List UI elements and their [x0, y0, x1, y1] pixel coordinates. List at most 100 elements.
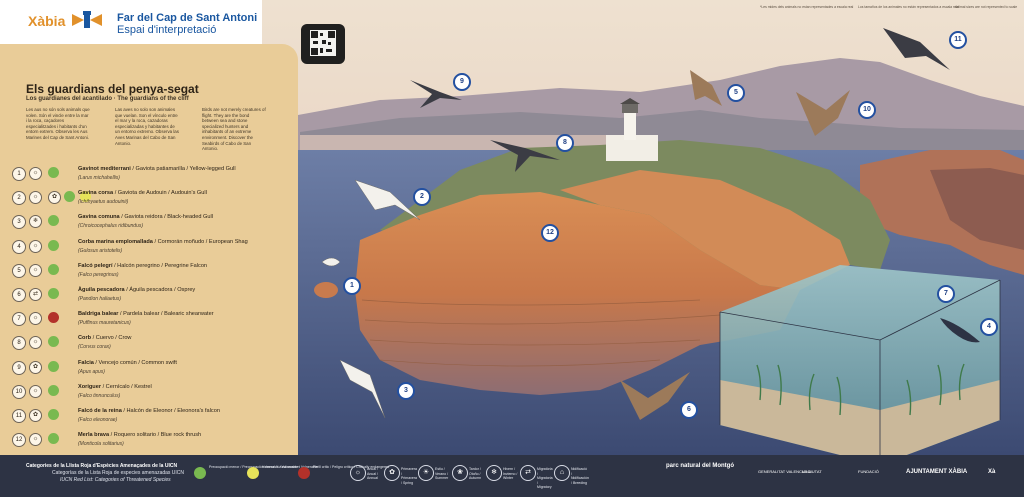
species-scientific-name: (Larus michahellis)	[78, 175, 120, 181]
season-icon: ☼	[29, 336, 42, 350]
species-scientific-name: (Falco eleonorae)	[78, 417, 118, 423]
season-legend-label: Hivern / Invierno / Winter	[503, 467, 518, 480]
status-lc-swatch	[194, 467, 206, 479]
iucn-status-dot	[48, 239, 59, 251]
season-legend-icon: ☀	[418, 465, 434, 481]
season-icon: ☼	[29, 312, 42, 326]
species-scientific-name: (Ichthyaetus audouinii)	[78, 199, 129, 206]
logo-parc-natural: parc natural del Montgó	[666, 463, 735, 469]
footer-title-es: Categorías de la Lista Roja de especies …	[52, 470, 185, 476]
species-marker[interactable]: 9	[453, 73, 471, 91]
intro-text-es: Las aves no solo son animales que vuelan…	[115, 107, 179, 146]
season-icon: ☼	[29, 167, 42, 180]
species-row: 12 ☼ Merla brava / Roquero solitario / Blu…	[8, 430, 293, 454]
species-marker[interactable]: 3	[397, 382, 415, 400]
species-number: 12	[12, 433, 26, 448]
species-row: 8 ☼ Corb / Cuervo / Crow (Corvus corax)	[8, 333, 293, 357]
season-legend-label: Anual / Anual / Annual	[367, 467, 378, 480]
season-icon: ☼	[29, 191, 42, 205]
species-marker[interactable]: 7	[937, 285, 955, 303]
iucn-status-dot	[48, 288, 59, 299]
species-name: Gavina corsa / Gaviota de Audouin / Audo…	[78, 190, 207, 197]
species-name: Falcia / Vencejo común / Common swift	[78, 359, 177, 366]
species-marker[interactable]: 4	[980, 318, 998, 336]
species-row: 6 ⇄ Àguila pescadora / Águila pescadora / …	[8, 285, 293, 309]
season-legend-icon: ✿	[384, 465, 400, 481]
species-name: Àguila pescadora / Águila pescadora / Os…	[78, 287, 196, 293]
title-line-1: Far del Cap de Sant Antoni	[117, 12, 258, 24]
iucn-status-dot	[48, 409, 59, 420]
species-row: 5 ☼ Falcó pelegrí / Halcón peregrino / Per…	[8, 261, 293, 285]
status-cr-swatch	[298, 467, 310, 479]
season-legend-icon: ❄	[486, 465, 502, 481]
logo-la-ciutat: LA CIUTAT	[802, 469, 822, 474]
species-marker[interactable]: 2	[413, 188, 431, 206]
species-name: Falcó de la reina / Halcón de Eleonor / …	[78, 408, 220, 414]
species-name: Corba marina emplomallada / Cormorán moñ…	[78, 238, 248, 245]
species-scientific-name: (Apus apus)	[78, 368, 105, 375]
iucn-status-dot	[48, 360, 59, 372]
species-marker[interactable]: 12	[541, 224, 559, 242]
species-row: 11 ✿ Falcó de la reina / Halcón de Eleonor…	[8, 406, 293, 430]
season-legend-icon: ☼	[350, 465, 366, 481]
species-row: 3 ❄ Gavina comuna / Gaviota reidora / Blac…	[8, 212, 293, 236]
species-scientific-name: (Gulosus aristotelis)	[78, 247, 123, 254]
season-legend-icon: ❀	[452, 465, 468, 481]
season-icon: ✿	[29, 360, 42, 374]
iucn-status-dot	[48, 167, 59, 178]
qr-code[interactable]	[301, 24, 345, 64]
species-marker[interactable]: 10	[858, 101, 876, 119]
species-scientific-name: (Chroicocephalus ridibundus)	[78, 223, 144, 230]
species-scientific-name: (Falco peregrinus)	[78, 271, 119, 278]
species-number: 6	[12, 288, 26, 302]
scale-note-es: Los tamaños de los animales no están rep…	[858, 5, 959, 9]
species-scientific-name: (Corvus corax)	[78, 344, 111, 351]
species-row: 9 ✿ Falcia / Vencejo común / Common swift (…	[8, 358, 293, 382]
species-row: 2 ☼ ✿ Gavina corsa / Gaviota de Audouin / A…	[8, 188, 293, 212]
season-icon: ❄	[29, 215, 42, 229]
iucn-status-dot	[64, 191, 75, 203]
season-legend-label: Migratòria / Migratoria / Migratory	[537, 467, 553, 489]
logo-xa: Xà	[988, 469, 996, 475]
species-marker[interactable]: 1	[343, 277, 361, 295]
header: Xàbia Far del Cap de Sant Antoni Espai d…	[0, 0, 262, 44]
title-line-2: Espai d'interpretació	[117, 24, 217, 36]
species-panel: Els guardians del penya-segat Los guardi…	[0, 44, 298, 455]
lighthouse-logo-icon	[72, 11, 102, 28]
season-icon: ☼	[29, 384, 42, 398]
species-name: Gavina comuna / Gaviota reidora / Black-…	[78, 214, 213, 221]
iucn-status-dot	[48, 312, 59, 324]
species-marker[interactable]: 5	[727, 84, 745, 102]
status-vu-swatch	[247, 467, 259, 479]
season-legend-label: Estiu / Verano / Summer	[435, 467, 449, 480]
species-row: 10 ☼ Xoriguer / Cernícalo / Kestrel (Falco …	[8, 382, 293, 406]
season-icon: ✿	[48, 191, 61, 205]
species-name: Falcó pelegrí / Halcón peregrino / Pereg…	[78, 262, 208, 269]
species-row: 1 ☼ Gavinot mediterrani / Gaviota patiamar…	[8, 164, 293, 188]
season-icon: ☼	[29, 433, 42, 447]
footer: Categories de la Llista Roja d'Espècies …	[0, 455, 1024, 497]
species-number: 4	[12, 239, 26, 254]
species-scientific-name: (Falco tinnunculus)	[78, 392, 121, 399]
scale-note-ca: *Les mides dels animals no estan represe…	[760, 5, 854, 9]
footer-title-en: IUCN Red List: Categories of Threatened …	[60, 477, 171, 483]
intro-text-ca: Les aus no són sols animals que volen. S…	[26, 107, 90, 140]
species-marker[interactable]: 6	[680, 401, 698, 419]
species-marker[interactable]: 11	[949, 31, 967, 49]
season-legend-label: Nidificació / Nidificación / Breeding	[571, 467, 589, 485]
iucn-status-dot	[48, 336, 59, 348]
iucn-status-dot	[48, 433, 59, 445]
species-marker[interactable]: 8	[556, 134, 574, 152]
species-number: 8	[12, 336, 26, 351]
logo-fundacio: FUNDACIÓ	[858, 469, 879, 474]
species-name: Corb / Cuervo / Crow	[78, 335, 132, 342]
footer-title-ca: Categories de la Llista Roja d'Espècies …	[26, 463, 178, 469]
species-number: 3	[12, 215, 26, 230]
season-icon: ⇄	[29, 288, 42, 301]
season-legend-icon: ⌂	[554, 465, 570, 481]
species-number: 5	[12, 263, 26, 278]
season-legend-label: Tardor / Otoño / Autumn	[469, 467, 482, 480]
species-number: 10	[12, 384, 26, 399]
species-name: Gavinot mediterrani / Gaviota patiamaril…	[78, 166, 236, 172]
species-scientific-name: (Puffinus mauretanicus)	[78, 320, 131, 327]
